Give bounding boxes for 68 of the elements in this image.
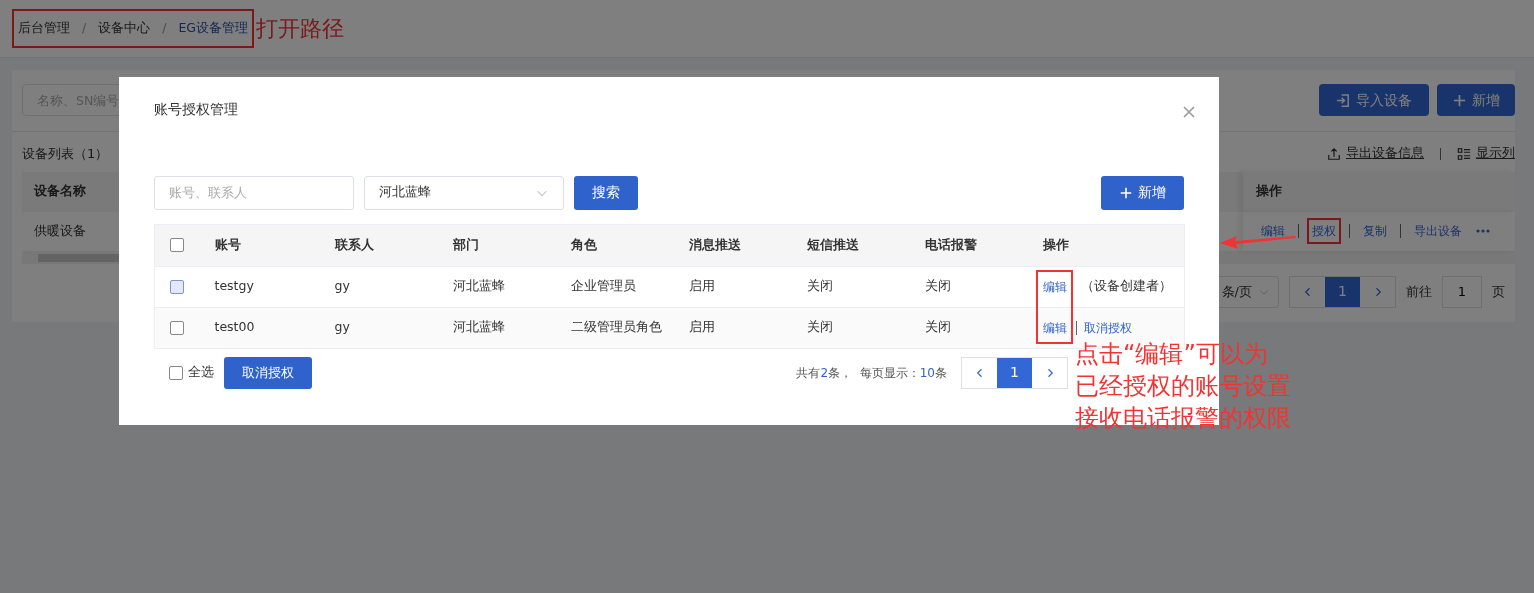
- action-link[interactable]: 授权: [1307, 218, 1341, 244]
- checkbox[interactable]: [170, 320, 184, 335]
- breadcrumb-separator: /: [82, 19, 87, 38]
- breadcrumb-item[interactable]: 设备中心: [98, 19, 151, 38]
- table-cell: 启用: [688, 278, 715, 294]
- column-header: 操作: [1042, 236, 1069, 252]
- cancel-auth-button[interactable]: 取消授权: [224, 356, 312, 389]
- action-link[interactable]: 编辑: [1042, 277, 1067, 296]
- column-header: 操作: [1243, 171, 1515, 212]
- columns-icon: [1457, 146, 1471, 161]
- toolbar-button[interactable]: 新增: [1437, 84, 1515, 116]
- table-cell: 关闭: [806, 319, 833, 335]
- list-title: 设备列表（1）: [22, 145, 109, 163]
- action-link[interactable]: 复制: [1358, 218, 1392, 244]
- role-note: （设备创建者）: [1080, 277, 1172, 296]
- action-link[interactable]: 编辑: [1042, 318, 1067, 337]
- annotation-text: 点击“编辑”可以为 已经授权的账号设置 接收电话报警的权限: [1075, 339, 1291, 434]
- column-header: 账号: [214, 236, 241, 252]
- table-cell: 河北蓝蜂: [452, 319, 505, 335]
- table-cell: 关闭: [924, 278, 951, 294]
- action-link[interactable]: 导出设备: [1409, 218, 1467, 244]
- search-button[interactable]: 搜索: [574, 175, 638, 210]
- checkbox[interactable]: [169, 365, 183, 380]
- department-select[interactable]: 河北蓝蜂: [364, 175, 564, 210]
- breadcrumb-separator: /: [162, 19, 167, 38]
- close-icon: [1181, 103, 1197, 120]
- column-header: 短信推送: [806, 236, 859, 252]
- breadcrumb-item[interactable]: EG设备管理: [178, 19, 249, 38]
- column-header: 设备名称: [33, 182, 87, 201]
- table-cell: 河北蓝蜂: [452, 278, 505, 294]
- table-cell-text: 供暖设备: [33, 221, 87, 240]
- modal-title: 账号授权管理: [154, 101, 239, 118]
- checkbox-label: 全选: [188, 363, 214, 382]
- page-number[interactable]: 1: [997, 357, 1032, 388]
- upload-icon: [1327, 146, 1341, 161]
- page-number[interactable]: 1: [1325, 276, 1360, 307]
- column-header: 联系人: [334, 236, 374, 252]
- toolbar-button[interactable]: 导入设备: [1319, 84, 1429, 116]
- page-jump-field[interactable]: 1: [1442, 275, 1482, 308]
- table-cell: testgy: [214, 278, 254, 294]
- column-header: 角色: [570, 236, 597, 252]
- breadcrumb-item[interactable]: 后台管理: [18, 19, 70, 38]
- table-cell: 启用: [688, 319, 715, 335]
- table-cell: 关闭: [924, 319, 951, 335]
- checkbox[interactable]: [170, 279, 184, 294]
- toolbar-link[interactable]: 显示列: [1457, 144, 1515, 164]
- table-cell: gy: [334, 319, 350, 335]
- table-cell: test00: [214, 319, 255, 335]
- plus-icon: [1452, 92, 1467, 108]
- toolbar-link[interactable]: 导出设备信息: [1327, 144, 1424, 164]
- search-field[interactable]: 账号、联系人: [154, 175, 354, 210]
- column-header: 电话报警: [924, 236, 977, 252]
- annotation-text: 打开路径: [256, 17, 345, 40]
- jump-suffix: 页: [1492, 282, 1505, 301]
- plus-icon: [1119, 185, 1133, 200]
- column-header: 部门: [452, 236, 479, 252]
- table-cell: 关闭: [806, 278, 833, 294]
- table-cell: 二级管理员角色: [570, 319, 662, 335]
- checkbox[interactable]: [170, 238, 184, 253]
- table-cell: gy: [334, 278, 350, 294]
- add-button[interactable]: 新增: [1101, 175, 1184, 210]
- jump-label: 前往: [1406, 282, 1432, 301]
- table-cell: 企业管理员: [570, 278, 636, 294]
- action-link[interactable]: 编辑: [1256, 218, 1290, 244]
- action-link[interactable]: 取消授权: [1083, 318, 1132, 337]
- column-header: 消息推送: [688, 236, 741, 252]
- import-icon: [1336, 92, 1351, 108]
- pagination-summary: 共有2条， 每页显示：10条: [796, 364, 947, 382]
